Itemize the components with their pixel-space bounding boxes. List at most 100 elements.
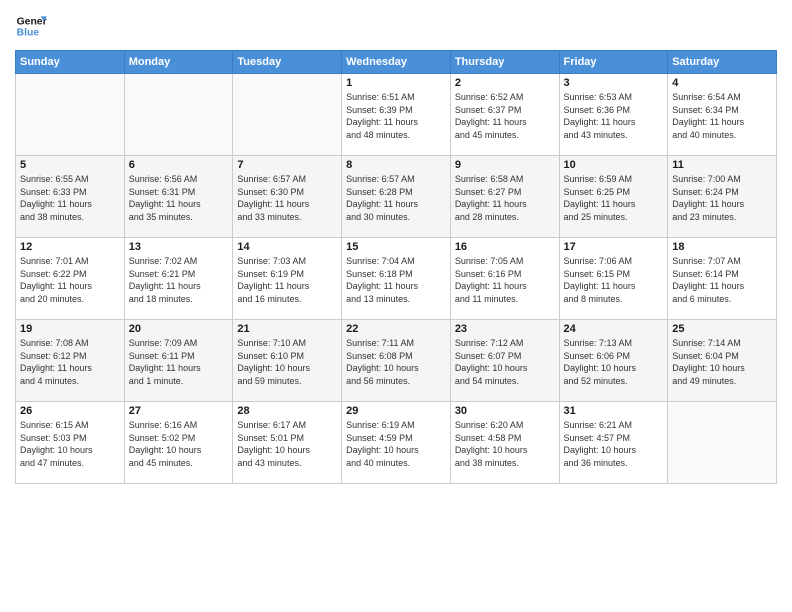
day-number: 27 <box>129 405 229 417</box>
day-number: 18 <box>672 241 772 253</box>
logo-icon: General Blue <box>15 10 47 42</box>
day-info: Sunrise: 7:09 AM Sunset: 6:11 PM Dayligh… <box>129 337 229 387</box>
calendar-cell <box>668 402 777 484</box>
calendar-cell: 30 Sunrise: 6:20 AM Sunset: 4:58 PM Dayli… <box>450 402 559 484</box>
day-info: Sunrise: 6:54 AM Sunset: 6:34 PM Dayligh… <box>672 91 772 141</box>
day-number: 24 <box>564 323 664 335</box>
day-number: 6 <box>129 159 229 171</box>
day-info: Sunrise: 7:04 AM Sunset: 6:18 PM Dayligh… <box>346 255 446 305</box>
weekday-header-thursday: Thursday <box>450 51 559 74</box>
calendar-table: SundayMondayTuesdayWednesdayThursdayFrid… <box>15 50 777 484</box>
day-number: 23 <box>455 323 555 335</box>
day-info: Sunrise: 6:57 AM Sunset: 6:30 PM Dayligh… <box>237 173 337 223</box>
calendar-cell: 31 Sunrise: 6:21 AM Sunset: 4:57 PM Dayli… <box>559 402 668 484</box>
day-info: Sunrise: 6:17 AM Sunset: 5:01 PM Dayligh… <box>237 419 337 469</box>
weekday-header-tuesday: Tuesday <box>233 51 342 74</box>
day-info: Sunrise: 7:10 AM Sunset: 6:10 PM Dayligh… <box>237 337 337 387</box>
day-info: Sunrise: 7:08 AM Sunset: 6:12 PM Dayligh… <box>20 337 120 387</box>
calendar-cell: 20 Sunrise: 7:09 AM Sunset: 6:11 PM Dayli… <box>124 320 233 402</box>
calendar-cell: 10 Sunrise: 6:59 AM Sunset: 6:25 PM Dayli… <box>559 156 668 238</box>
day-info: Sunrise: 7:12 AM Sunset: 6:07 PM Dayligh… <box>455 337 555 387</box>
day-number: 13 <box>129 241 229 253</box>
calendar-cell <box>16 74 125 156</box>
calendar-cell: 18 Sunrise: 7:07 AM Sunset: 6:14 PM Dayli… <box>668 238 777 320</box>
calendar-cell: 28 Sunrise: 6:17 AM Sunset: 5:01 PM Dayli… <box>233 402 342 484</box>
day-info: Sunrise: 6:53 AM Sunset: 6:36 PM Dayligh… <box>564 91 664 141</box>
calendar-cell: 8 Sunrise: 6:57 AM Sunset: 6:28 PM Daylig… <box>342 156 451 238</box>
calendar-cell: 14 Sunrise: 7:03 AM Sunset: 6:19 PM Dayli… <box>233 238 342 320</box>
weekday-header-row: SundayMondayTuesdayWednesdayThursdayFrid… <box>16 51 777 74</box>
calendar-cell: 24 Sunrise: 7:13 AM Sunset: 6:06 PM Dayli… <box>559 320 668 402</box>
calendar-cell: 12Sunrise: 7:01 AM Sunset: 6:22 PM Dayli… <box>16 238 125 320</box>
day-number: 10 <box>564 159 664 171</box>
calendar-cell <box>124 74 233 156</box>
calendar-cell <box>233 74 342 156</box>
day-number: 22 <box>346 323 446 335</box>
header: General Blue <box>15 10 777 42</box>
day-number: 20 <box>129 323 229 335</box>
day-info: Sunrise: 6:59 AM Sunset: 6:25 PM Dayligh… <box>564 173 664 223</box>
week-row-3: 12Sunrise: 7:01 AM Sunset: 6:22 PM Dayli… <box>16 238 777 320</box>
calendar-cell: 9Sunrise: 6:58 AM Sunset: 6:27 PM Daylig… <box>450 156 559 238</box>
day-number: 31 <box>564 405 664 417</box>
day-info: Sunrise: 6:16 AM Sunset: 5:02 PM Dayligh… <box>129 419 229 469</box>
day-info: Sunrise: 7:00 AM Sunset: 6:24 PM Dayligh… <box>672 173 772 223</box>
calendar-cell: 21Sunrise: 7:10 AM Sunset: 6:10 PM Dayli… <box>233 320 342 402</box>
calendar-cell: 16 Sunrise: 7:05 AM Sunset: 6:16 PM Dayli… <box>450 238 559 320</box>
day-number: 8 <box>346 159 446 171</box>
weekday-header-saturday: Saturday <box>668 51 777 74</box>
day-number: 12 <box>20 241 120 253</box>
calendar-cell: 29Sunrise: 6:19 AM Sunset: 4:59 PM Dayli… <box>342 402 451 484</box>
calendar-cell: 22 Sunrise: 7:11 AM Sunset: 6:08 PM Dayli… <box>342 320 451 402</box>
day-info: Sunrise: 7:02 AM Sunset: 6:21 PM Dayligh… <box>129 255 229 305</box>
calendar-cell: 4Sunrise: 6:54 AM Sunset: 6:34 PM Daylig… <box>668 74 777 156</box>
calendar-cell: 3Sunrise: 6:53 AM Sunset: 6:36 PM Daylig… <box>559 74 668 156</box>
calendar-cell: 1Sunrise: 6:51 AM Sunset: 6:39 PM Daylig… <box>342 74 451 156</box>
day-info: Sunrise: 6:20 AM Sunset: 4:58 PM Dayligh… <box>455 419 555 469</box>
calendar-cell: 7 Sunrise: 6:57 AM Sunset: 6:30 PM Daylig… <box>233 156 342 238</box>
day-info: Sunrise: 6:21 AM Sunset: 4:57 PM Dayligh… <box>564 419 664 469</box>
weekday-header-monday: Monday <box>124 51 233 74</box>
day-info: Sunrise: 6:56 AM Sunset: 6:31 PM Dayligh… <box>129 173 229 223</box>
day-number: 5 <box>20 159 120 171</box>
week-row-2: 5 Sunrise: 6:55 AM Sunset: 6:33 PM Daylig… <box>16 156 777 238</box>
day-info: Sunrise: 7:06 AM Sunset: 6:15 PM Dayligh… <box>564 255 664 305</box>
day-number: 11 <box>672 159 772 171</box>
calendar-cell: 5 Sunrise: 6:55 AM Sunset: 6:33 PM Daylig… <box>16 156 125 238</box>
week-row-5: 26Sunrise: 6:15 AM Sunset: 5:03 PM Dayli… <box>16 402 777 484</box>
day-info: Sunrise: 7:13 AM Sunset: 6:06 PM Dayligh… <box>564 337 664 387</box>
day-info: Sunrise: 7:05 AM Sunset: 6:16 PM Dayligh… <box>455 255 555 305</box>
weekday-header-sunday: Sunday <box>16 51 125 74</box>
day-number: 2 <box>455 77 555 89</box>
calendar-cell: 19Sunrise: 7:08 AM Sunset: 6:12 PM Dayli… <box>16 320 125 402</box>
calendar-cell: 17 Sunrise: 7:06 AM Sunset: 6:15 PM Dayli… <box>559 238 668 320</box>
week-row-1: 1Sunrise: 6:51 AM Sunset: 6:39 PM Daylig… <box>16 74 777 156</box>
day-number: 26 <box>20 405 120 417</box>
day-number: 16 <box>455 241 555 253</box>
day-info: Sunrise: 7:07 AM Sunset: 6:14 PM Dayligh… <box>672 255 772 305</box>
day-number: 14 <box>237 241 337 253</box>
day-number: 7 <box>237 159 337 171</box>
svg-text:Blue: Blue <box>17 28 40 39</box>
day-info: Sunrise: 7:11 AM Sunset: 6:08 PM Dayligh… <box>346 337 446 387</box>
day-number: 15 <box>346 241 446 253</box>
calendar-cell: 23 Sunrise: 7:12 AM Sunset: 6:07 PM Dayli… <box>450 320 559 402</box>
day-info: Sunrise: 6:57 AM Sunset: 6:28 PM Dayligh… <box>346 173 446 223</box>
day-number: 28 <box>237 405 337 417</box>
calendar-cell: 25Sunrise: 7:14 AM Sunset: 6:04 PM Dayli… <box>668 320 777 402</box>
calendar-header: SundayMondayTuesdayWednesdayThursdayFrid… <box>16 51 777 74</box>
calendar-cell: 11 Sunrise: 7:00 AM Sunset: 6:24 PM Dayli… <box>668 156 777 238</box>
day-info: Sunrise: 7:03 AM Sunset: 6:19 PM Dayligh… <box>237 255 337 305</box>
day-number: 1 <box>346 77 446 89</box>
calendar-cell: 6 Sunrise: 6:56 AM Sunset: 6:31 PM Daylig… <box>124 156 233 238</box>
calendar-body: 1Sunrise: 6:51 AM Sunset: 6:39 PM Daylig… <box>16 74 777 484</box>
day-number: 30 <box>455 405 555 417</box>
day-info: Sunrise: 6:55 AM Sunset: 6:33 PM Dayligh… <box>20 173 120 223</box>
calendar-cell: 15 Sunrise: 7:04 AM Sunset: 6:18 PM Dayli… <box>342 238 451 320</box>
day-number: 29 <box>346 405 446 417</box>
calendar-cell: 27 Sunrise: 6:16 AM Sunset: 5:02 PM Dayli… <box>124 402 233 484</box>
calendar-cell: 13 Sunrise: 7:02 AM Sunset: 6:21 PM Dayli… <box>124 238 233 320</box>
day-number: 17 <box>564 241 664 253</box>
day-number: 25 <box>672 323 772 335</box>
weekday-header-friday: Friday <box>559 51 668 74</box>
